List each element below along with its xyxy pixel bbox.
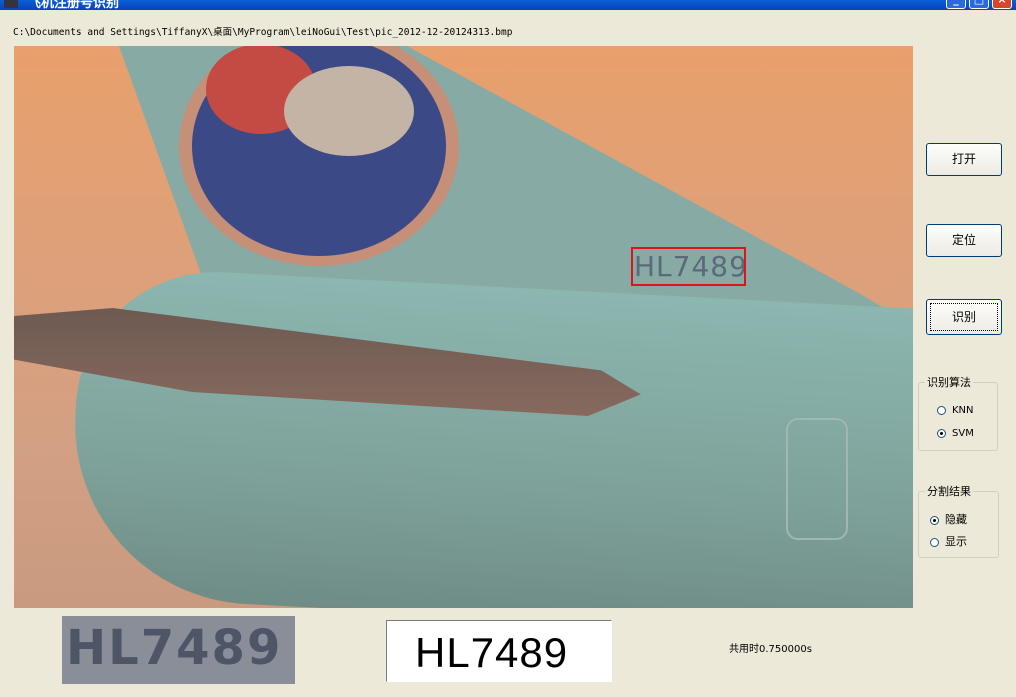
plate-crop-text: HL7489 xyxy=(66,620,283,676)
window-title: 飞机注册号识别 xyxy=(28,0,120,10)
radio-show[interactable]: 显示 xyxy=(930,533,967,549)
open-button[interactable]: 打开 xyxy=(926,143,1002,176)
algorithm-group-title: 识别算法 xyxy=(925,374,973,390)
file-path-label: C:\Documents and Settings\TiffanyX\桌面\My… xyxy=(13,27,513,38)
radio-knn-label: KNN xyxy=(952,405,974,416)
maximize-button[interactable]: □ xyxy=(969,0,989,9)
algorithm-group: 识别算法 KNN SVM xyxy=(918,374,998,451)
located-plate-box xyxy=(631,247,746,286)
radio-svm[interactable]: SVM xyxy=(937,428,974,439)
aircraft-door xyxy=(786,418,848,540)
radio-svm-indicator[interactable] xyxy=(937,428,946,438)
result-display: HL7489 xyxy=(386,620,612,682)
result-text: HL7489 xyxy=(415,629,569,676)
radio-hide[interactable]: 隐藏 xyxy=(930,511,967,527)
radio-knn-indicator[interactable] xyxy=(937,405,946,415)
radio-hide-indicator[interactable] xyxy=(930,515,939,525)
recognize-button[interactable]: 识别 xyxy=(926,299,1002,335)
segmentation-group: 分割结果 隐藏 显示 xyxy=(918,483,999,558)
radio-show-label: 显示 xyxy=(945,535,967,548)
radio-svm-label: SVM xyxy=(952,428,974,439)
emblem-light-part xyxy=(284,66,414,156)
radio-hide-label: 隐藏 xyxy=(945,513,967,526)
segmentation-group-title: 分割结果 xyxy=(925,483,973,499)
image-view: HL7489 xyxy=(14,46,913,608)
radio-knn[interactable]: KNN xyxy=(937,405,974,416)
app-icon xyxy=(4,0,18,8)
locate-button[interactable]: 定位 xyxy=(926,224,1002,257)
plate-crop-image: HL7489 xyxy=(62,616,295,684)
minimize-button[interactable]: _ xyxy=(946,0,966,9)
radio-show-indicator[interactable] xyxy=(930,537,939,547)
title-bar: 飞机注册号识别 _ □ × xyxy=(0,0,1016,10)
timing-label: 共用时0.750000s xyxy=(729,644,812,655)
close-button[interactable]: × xyxy=(992,0,1012,9)
